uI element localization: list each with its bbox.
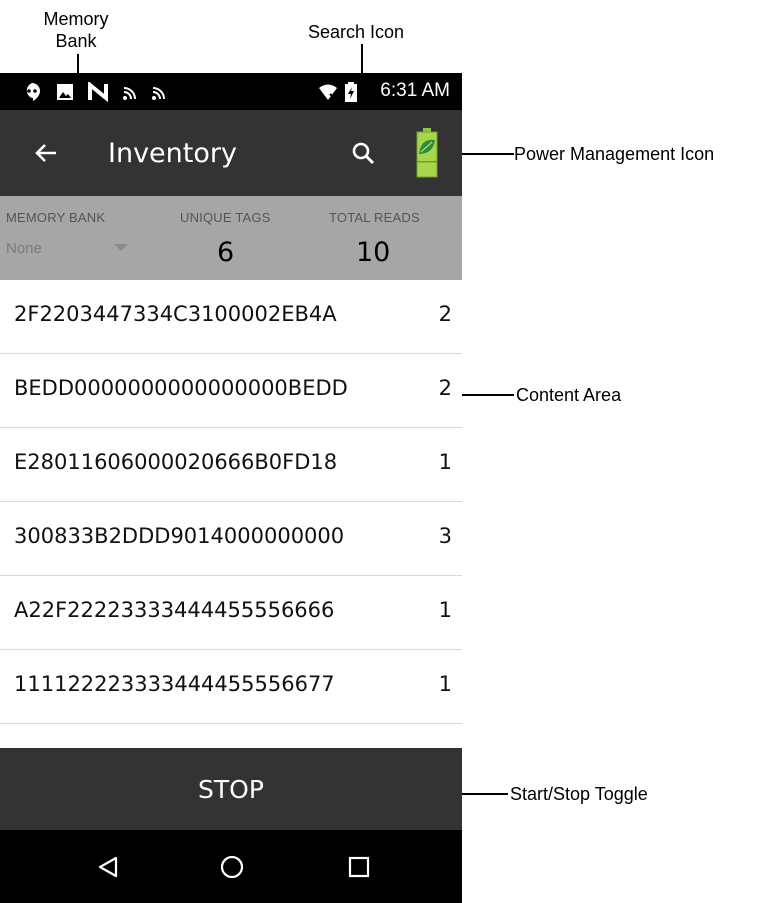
memory-bank-callout: Memory Bank [36, 8, 116, 52]
tag-id: 300833B2DDD9014000000000 [14, 524, 345, 548]
tag-id: 2F2203447334C3100002EB4A [14, 302, 337, 326]
status-bar: 6:31 AM [0, 73, 462, 110]
list-item[interactable]: E28011606000020666B0FD18 1 [0, 428, 462, 502]
tag-list: 2F2203447334C3100002EB4A 2 BEDD000000000… [0, 280, 462, 724]
recents-square-icon[interactable] [348, 856, 370, 878]
app-bar: Inventory [0, 110, 462, 196]
summary-header: MEMORY BANK None UNIQUE TAGS 6 TOTAL REA… [0, 196, 462, 280]
memory-bank-callout-line1: Memory [43, 9, 109, 29]
stop-button[interactable]: STOP [0, 748, 462, 830]
list-item[interactable]: 300833B2DDD9014000000000 3 [0, 502, 462, 576]
total-reads-value: 10 [356, 237, 391, 268]
phone-screen: 6:31 AM Inventory MEMORY BANK None UNIQU… [0, 73, 462, 903]
search-icon[interactable] [350, 140, 376, 166]
status-time: 6:31 AM [380, 80, 450, 101]
chevron-down-icon [114, 244, 128, 251]
total-reads-label: TOTAL READS [329, 210, 420, 225]
list-item[interactable]: BEDD0000000000000000BEDD 2 [0, 354, 462, 428]
unique-tags-label: UNIQUE TAGS [180, 210, 271, 225]
tag-id: BEDD0000000000000000BEDD [14, 376, 348, 400]
tag-id: A22F22223333444455556666 [14, 598, 335, 622]
memory-bank-value: None [6, 240, 42, 257]
battery-charging-icon [345, 82, 357, 102]
tag-id: E28011606000020666B0FD18 [14, 450, 338, 474]
memory-bank-dropdown[interactable]: None [0, 232, 140, 272]
tag-count: 1 [438, 672, 452, 696]
nfc-icon [88, 82, 108, 102]
list-item[interactable]: 111122223333444455556677 1 [0, 650, 462, 724]
memory-bank-label: MEMORY BANK [6, 210, 106, 225]
back-arrow-icon[interactable] [32, 139, 60, 167]
tag-count: 1 [438, 598, 452, 622]
battery-leaf-icon[interactable] [415, 128, 439, 178]
list-item[interactable]: A22F22223333444455556666 1 [0, 576, 462, 650]
rfid-icon [123, 87, 136, 100]
tag-count: 2 [438, 302, 452, 326]
tag-count: 1 [438, 450, 452, 474]
unique-tags-value: 6 [217, 237, 235, 268]
home-circle-icon[interactable] [220, 855, 244, 879]
navigation-bar [0, 830, 462, 903]
tag-count: 3 [438, 524, 452, 548]
image-icon [57, 84, 73, 100]
search-icon-callout: Search Icon [308, 22, 405, 42]
hangouts-icon [26, 83, 40, 101]
content-area-callout: Content Area [516, 385, 622, 405]
content-area-leader [462, 394, 514, 396]
memory-bank-callout-line2: Bank [55, 31, 97, 51]
page-title: Inventory [108, 138, 237, 169]
rfid-icon [152, 87, 165, 100]
start-stop-callout: Start/Stop Toggle [510, 784, 648, 804]
tag-count: 2 [438, 376, 452, 400]
stop-button-label: STOP [198, 775, 264, 804]
wifi-off-icon [319, 84, 337, 101]
tag-id: 111122223333444455556677 [14, 672, 335, 696]
power-management-callout: Power Management Icon [514, 144, 715, 164]
list-item[interactable]: 2F2203447334C3100002EB4A 2 [0, 280, 462, 354]
back-triangle-icon[interactable] [96, 855, 120, 879]
